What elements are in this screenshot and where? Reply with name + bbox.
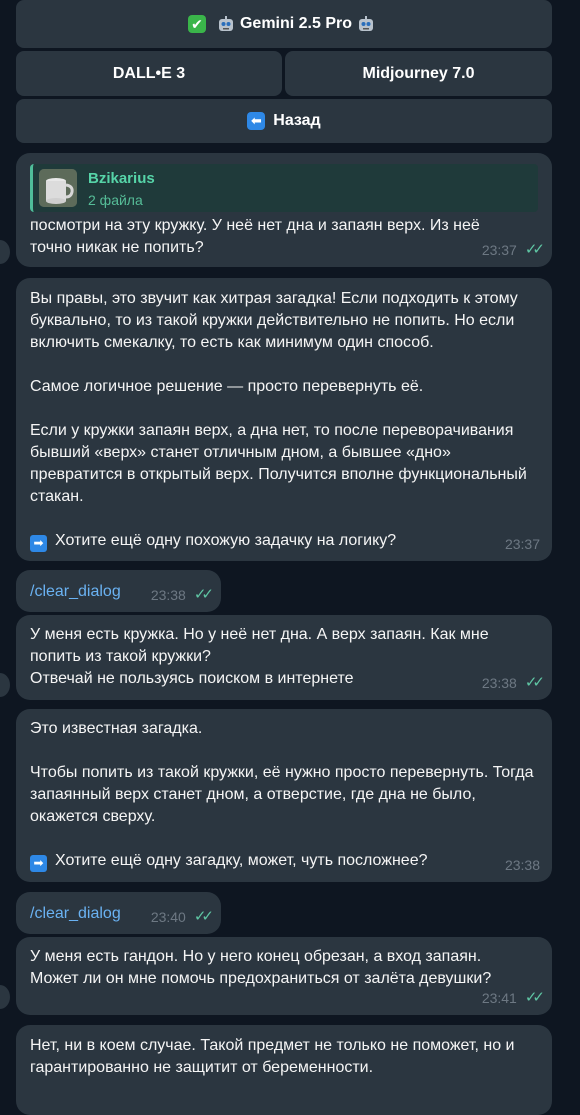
midjourney-button[interactable]: Midjourney 7.0: [285, 51, 552, 96]
message-meta: 23:38 ✓✓: [481, 672, 545, 694]
avatar: [0, 985, 10, 1009]
back-label: Назад: [273, 112, 321, 129]
message-bot-answer-2[interactable]: Это известная загадка. Чтобы попить из т…: [16, 709, 552, 882]
message-bot-answer-3[interactable]: Нет, ни в коем случае. Такой предмет не …: [16, 1025, 552, 1115]
robot-icon: [218, 16, 233, 31]
double-check-icon: ✓✓: [524, 241, 545, 258]
gemini-model-button[interactable]: ✔ Gemini 2.5 Pro: [16, 0, 552, 48]
message-paragraph: Если у кружки запаян верх, а дна нет, то…: [30, 422, 532, 505]
message-text: У меня есть кружка. Но у неё нет дна. А …: [30, 626, 489, 687]
right-arrow-icon: ➡: [30, 854, 47, 872]
command-link[interactable]: /clear_dialog: [30, 903, 121, 925]
message-time: 23:38: [504, 857, 540, 873]
message-paragraph: Это известная загадка.: [30, 720, 203, 737]
check-mark-icon: ✔: [187, 15, 206, 33]
reply-preview[interactable]: Bzikarius 2 файла: [30, 164, 538, 212]
reply-file-count: 2 файла: [88, 192, 143, 208]
message-meta: 23:37: [505, 533, 540, 555]
back-button[interactable]: ⬅ Назад: [16, 99, 552, 143]
message-user-mug-riddle[interactable]: У меня есть кружка. Но у неё нет дна. А …: [16, 615, 552, 700]
message-command[interactable]: /clear_dialog 23:38 ✓✓: [16, 570, 221, 612]
avatar: [0, 673, 10, 697]
message-paragraph: Вы правы, это звучит как хитрая загадка!…: [30, 290, 523, 351]
message-bot-answer-1[interactable]: Вы правы, это звучит как хитрая загадка!…: [16, 278, 552, 561]
message-time: 23:41: [481, 990, 517, 1006]
message-text: У меня есть гандон. Но у него конец обре…: [30, 948, 492, 987]
message-user-mug-question[interactable]: Bzikarius 2 файла посмотри на эту кружку…: [16, 153, 552, 267]
message-paragraph: Чтобы попить из такой кружки, её нужно п…: [30, 764, 538, 825]
double-check-icon: ✓✓: [193, 586, 214, 603]
message-user-condom-question[interactable]: У меня есть гандон. Но у него конец обре…: [16, 937, 552, 1015]
reply-sender-name: Bzikarius: [88, 170, 155, 187]
double-check-icon: ✓✓: [524, 674, 545, 691]
message-paragraph: Самое логичное решение — просто переверн…: [30, 378, 424, 395]
back-arrow-icon: ⬅: [247, 112, 266, 130]
mug-image-icon: [39, 169, 77, 207]
message-meta: 23:37 ✓✓: [481, 239, 545, 261]
double-check-icon: ✓✓: [524, 989, 545, 1006]
message-meta: 23:40 ✓✓: [150, 906, 214, 928]
message-meta: 23:38 ✓✓: [150, 584, 214, 606]
robot-icon: [359, 16, 374, 31]
message-command[interactable]: /clear_dialog 23:40 ✓✓: [16, 892, 221, 934]
dalle-button[interactable]: DALL•E 3: [16, 51, 282, 96]
message-meta: 23:38: [505, 854, 540, 876]
message-text: посмотри на эту кружку. У неё нет дна и …: [30, 217, 485, 256]
right-arrow-icon: ➡: [30, 534, 47, 552]
gemini-model-label: Gemini 2.5 Pro: [239, 15, 353, 32]
command-link[interactable]: /clear_dialog: [30, 581, 121, 603]
message-paragraph: Хотите ещё одну похожую задачку на логик…: [55, 532, 397, 549]
message-time: 23:38: [150, 587, 186, 603]
message-time: 23:40: [150, 909, 186, 925]
avatar: [0, 240, 10, 264]
midjourney-label: Midjourney 7.0: [362, 64, 475, 82]
message-time: 23:38: [481, 675, 517, 691]
message-time: 23:37: [504, 536, 540, 552]
dalle-label: DALL•E 3: [112, 64, 186, 82]
message-meta: 23:41 ✓✓: [481, 987, 545, 1009]
message-time: 23:37: [481, 242, 517, 258]
mug-thumbnail: [39, 169, 77, 207]
message-text: Нет, ни в коем случае. Такой предмет не …: [30, 1037, 519, 1076]
double-check-icon: ✓✓: [193, 908, 214, 925]
message-paragraph: Хотите ещё одну загадку, может, чуть пос…: [55, 852, 428, 869]
